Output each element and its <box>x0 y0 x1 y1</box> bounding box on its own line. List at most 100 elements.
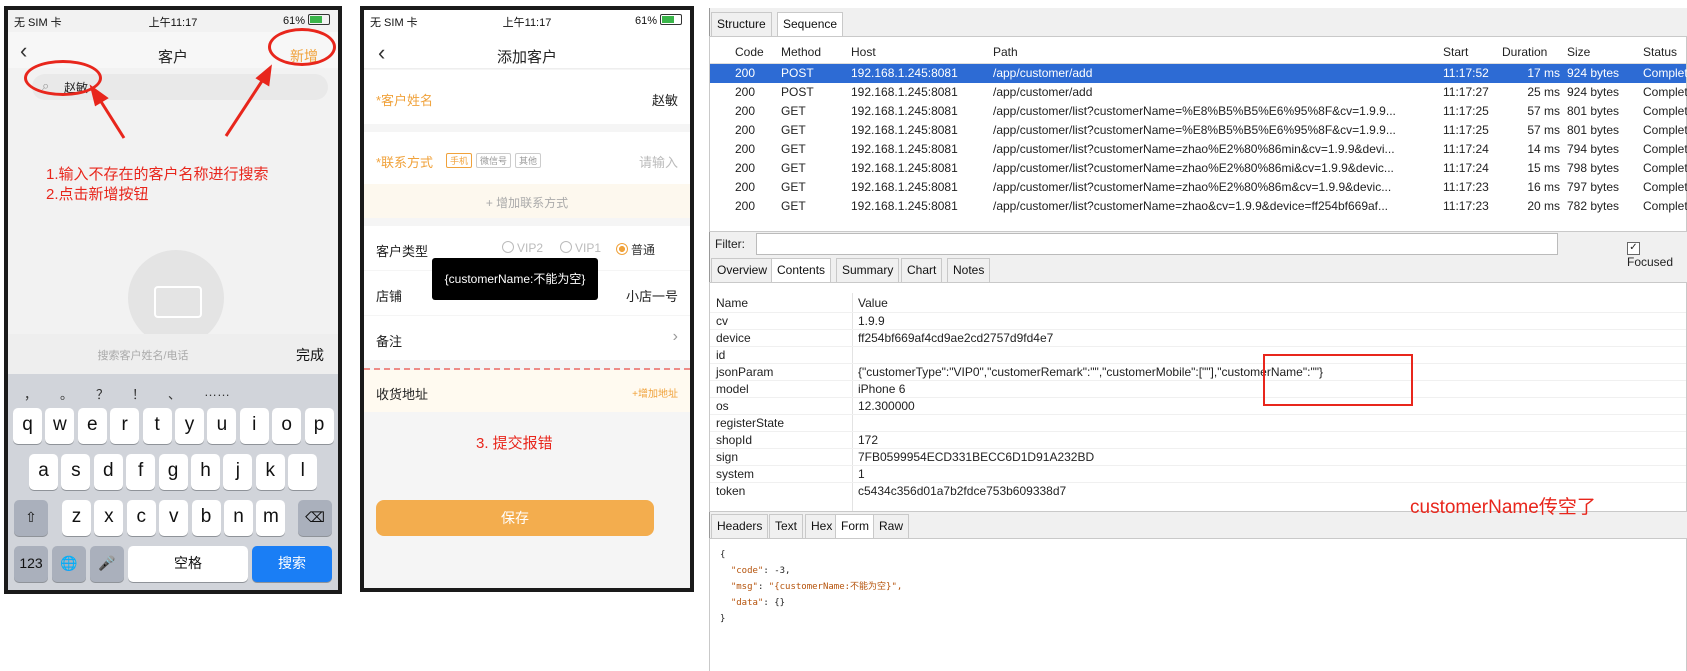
chevron-right-icon: › <box>672 328 678 345</box>
table-row[interactable]: 200 GET 192.168.1.245:8081/app/customer/li… <box>710 140 1687 159</box>
cell-duration: 20 ms <box>1527 199 1560 213</box>
shop-value: 小店一号 <box>625 289 678 304</box>
radio-vip2[interactable]: VIP2 <box>502 241 543 255</box>
param-name: system <box>716 467 755 481</box>
cell-duration: 57 ms <box>1527 104 1560 118</box>
cell-status: Complete <box>1643 142 1687 156</box>
tab-structure[interactable]: Structure <box>711 12 772 36</box>
json-val-code: -3, <box>774 566 791 576</box>
arrow-to-add <box>224 77 266 137</box>
address-label: 收货地址 <box>376 387 429 402</box>
tab-summary[interactable]: Summary <box>836 258 900 282</box>
add-contact-button[interactable]: + 增加联系方式 <box>364 194 690 211</box>
tag-wechat[interactable]: 微信号 <box>476 153 512 168</box>
radio-normal[interactable]: 普通 <box>616 241 655 258</box>
page-title: 添加客户 <box>496 49 557 66</box>
param-name: model <box>716 382 749 396</box>
filter-input[interactable] <box>756 233 1558 255</box>
tab-notes[interactable]: Notes <box>947 258 991 282</box>
cell-status: Complete <box>1643 180 1687 194</box>
param-row[interactable]: registerState <box>710 414 1686 432</box>
cell-size: 794 bytes <box>1567 142 1620 156</box>
cell-size: 924 bytes <box>1567 66 1620 80</box>
param-row[interactable]: device ff254bf669af4cd9ae2cd2757d9fd4e7 <box>710 329 1686 347</box>
add-address-button[interactable]: +增加地址 <box>632 385 678 400</box>
json-open: { <box>720 550 726 560</box>
contact-method-field[interactable]: *联系方式 手机 微信号 其他 请输入 <box>364 132 690 184</box>
tab-raw[interactable]: Raw <box>873 514 910 538</box>
param-row[interactable]: system 1 <box>710 465 1686 483</box>
filter-bar: Filter: ✓Focused <box>709 230 1687 269</box>
tag-other[interactable]: 其他 <box>515 153 542 168</box>
cell-size: 801 bytes <box>1567 104 1620 118</box>
tag-phone[interactable]: 手机 <box>446 153 473 168</box>
tab-chart[interactable]: Chart <box>901 258 943 282</box>
tab-overview[interactable]: Overview <box>711 258 774 282</box>
param-name: device <box>716 331 751 345</box>
cell-size: 798 bytes <box>1567 161 1620 175</box>
customer-name-field[interactable]: *客户姓名 赵敏 <box>364 70 690 124</box>
param-value: 1.9.9 <box>858 314 885 328</box>
add-contact-row[interactable]: + 增加联系方式 <box>364 184 690 218</box>
error-toast: {customerName:不能为空} <box>432 258 598 300</box>
battery-indicator: 61% <box>635 14 682 27</box>
cell-duration: 25 ms <box>1527 85 1560 99</box>
col-path[interactable]: Path <box>993 45 1018 59</box>
param-row[interactable]: model iPhone 6 <box>710 380 1686 398</box>
cell-size: 801 bytes <box>1567 123 1620 137</box>
param-value: {"customerType":"VIP0","customerRemark":… <box>858 365 1323 379</box>
json-val-msg: "{customerName:不能为空}", <box>768 582 903 592</box>
param-name: jsonParam <box>716 365 774 379</box>
customer-name-label: *客户姓名 <box>376 93 434 108</box>
col-status[interactable]: Status <box>1643 45 1677 59</box>
response-json: { "code": -3, "msg": "{customerName:不能为空… <box>720 550 903 624</box>
table-row[interactable]: 200 GET 192.168.1.245:8081/app/customer/li… <box>710 121 1687 140</box>
param-row[interactable]: sign 7FB0599954ECD331BECC6D1D91A232BD <box>710 448 1686 466</box>
shop-label: 店铺 <box>376 289 403 304</box>
param-name: shopId <box>716 433 753 447</box>
col-host[interactable]: Host <box>851 45 876 59</box>
step-1-text: 1.输入不存在的客户名称进行搜索 <box>46 166 269 183</box>
tab-form[interactable]: Form <box>835 514 875 538</box>
cell-status: Complete <box>1643 85 1687 99</box>
col-start[interactable]: Start <box>1443 45 1468 59</box>
param-row[interactable]: jsonParam {"customerType":"VIP0","custome… <box>710 363 1686 381</box>
param-row[interactable]: cv 1.9.9 <box>710 312 1686 330</box>
table-row[interactable]: 200 GET 192.168.1.245:8081/app/customer/li… <box>710 102 1687 121</box>
radio-vip1[interactable]: VIP1 <box>560 241 601 255</box>
param-row[interactable]: os 12.300000 <box>710 397 1686 415</box>
remark-field[interactable]: 备注 › <box>364 316 690 360</box>
col-method[interactable]: Method <box>781 45 821 59</box>
param-row[interactable]: shopId 172 <box>710 431 1686 449</box>
radio-icon <box>502 241 514 253</box>
json-key-msg: "msg" <box>730 582 758 592</box>
focused-label: Focused <box>1627 255 1674 269</box>
param-name: cv <box>716 314 728 328</box>
col-size[interactable]: Size <box>1567 45 1590 59</box>
json-key-data: "data" <box>730 598 764 608</box>
param-row[interactable]: id <box>710 346 1686 364</box>
table-row[interactable]: 200 POST 192.168.1.245:8081/app/customer/a… <box>710 64 1687 83</box>
tab-sequence[interactable]: Sequence <box>777 12 844 36</box>
radio-selected-icon <box>616 243 628 255</box>
col-code[interactable]: Code <box>735 45 764 59</box>
param-value: 172 <box>858 433 879 447</box>
focused-checkbox[interactable]: ✓Focused <box>1627 237 1687 269</box>
cell-duration: 57 ms <box>1527 123 1560 137</box>
kv-header-value: Value <box>858 296 888 310</box>
table-row[interactable]: 200 POST 192.168.1.245:8081/app/customer/a… <box>710 83 1687 102</box>
status-bar: 无 SIM 卡 上午11:17 61% <box>364 10 690 32</box>
annotation-box-customername <box>1263 354 1413 406</box>
tab-hex[interactable]: Hex <box>805 514 839 538</box>
tab-contents[interactable]: Contents <box>771 258 832 282</box>
radio-normal-label: 普通 <box>631 243 656 257</box>
tab-text[interactable]: Text <box>769 514 804 538</box>
param-value: 1 <box>858 467 865 481</box>
save-button[interactable]: 保存 <box>376 500 654 536</box>
table-row[interactable]: 200 GET 192.168.1.245:8081/app/customer/li… <box>710 178 1687 197</box>
radio-vip1-label: VIP1 <box>575 241 602 255</box>
col-duration[interactable]: Duration <box>1502 45 1547 59</box>
table-row[interactable]: 200 GET 192.168.1.245:8081/app/customer/li… <box>710 197 1687 216</box>
tab-headers[interactable]: Headers <box>711 514 769 538</box>
table-row[interactable]: 200 GET 192.168.1.245:8081/app/customer/li… <box>710 159 1687 178</box>
